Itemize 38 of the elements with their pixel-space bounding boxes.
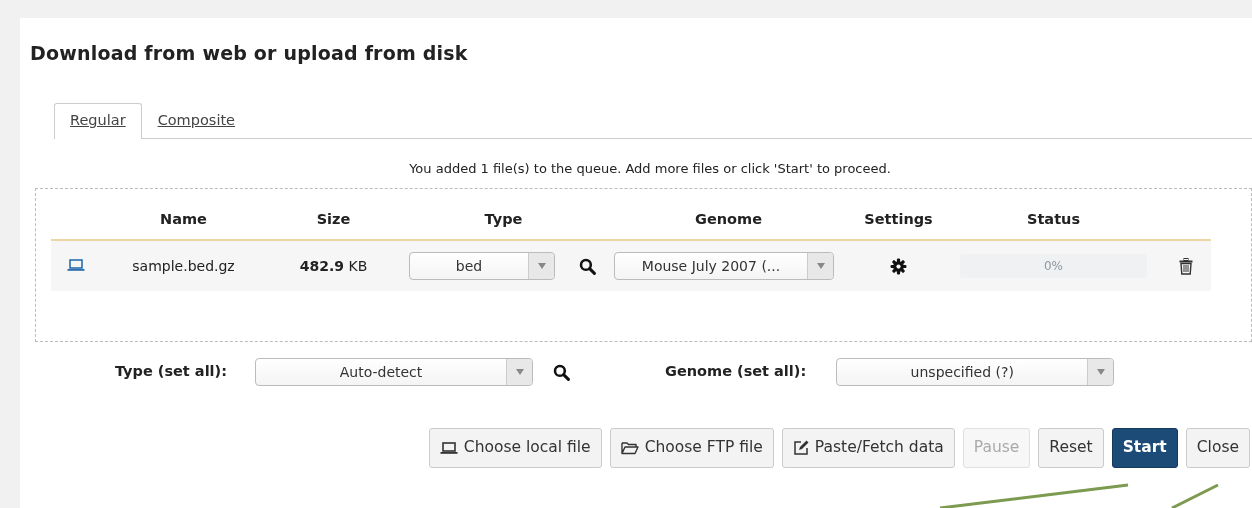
laptop-icon	[439, 441, 458, 454]
field-label: Type (set all):	[113, 362, 228, 382]
caret-icon	[816, 263, 825, 270]
type-dropdown[interactable]: bed	[409, 252, 555, 281]
button[interactable]: Reset	[1038, 428, 1104, 468]
settings-icon[interactable]	[890, 257, 907, 275]
button[interactable]: Close	[1185, 428, 1250, 468]
button[interactable]: Choose local file	[428, 428, 602, 468]
queue-message: You added 1 file(s) to the queue. Add more files or click 'Start' to proceed.	[408, 159, 892, 178]
search-icon[interactable]	[579, 257, 596, 275]
genome-dropdown[interactable]: unspecified (?)	[836, 358, 1115, 387]
column-header: Name	[159, 210, 208, 230]
search-icon[interactable]	[553, 363, 570, 381]
tab[interactable]: Regular	[54, 103, 142, 139]
leader-line	[1171, 483, 1219, 508]
dialog-title: Download from web or upload from disk	[30, 42, 469, 65]
folder-icon	[620, 440, 639, 455]
type-dropdown[interactable]: Auto-detect	[255, 358, 533, 387]
field-label: Genome (set all):	[665, 362, 807, 382]
caret-icon	[537, 263, 546, 270]
button[interactable]: Choose FTP file	[609, 428, 774, 468]
edit-icon	[792, 439, 809, 456]
column-header: Size	[315, 210, 352, 230]
tab[interactable]: Composite	[141, 103, 251, 139]
column-header: Status	[1025, 210, 1081, 230]
progress-reading: 0%	[1042, 258, 1064, 276]
file-size: 482.9 KB	[298, 256, 369, 276]
laptop-icon	[67, 258, 85, 271]
button[interactable]: Start	[1111, 428, 1178, 468]
trash-icon[interactable]	[1179, 257, 1193, 275]
column-header: Settings	[863, 210, 934, 230]
caret-icon	[515, 369, 524, 376]
column-header: Type	[483, 210, 524, 230]
caret-icon	[1096, 369, 1105, 376]
file-name: sample.bed.gz	[131, 256, 236, 276]
button[interactable]: Paste/Fetch data	[781, 428, 955, 468]
genome-dropdown[interactable]: Mouse July 2007 (...	[614, 252, 834, 281]
column-header: Genome	[694, 210, 763, 230]
